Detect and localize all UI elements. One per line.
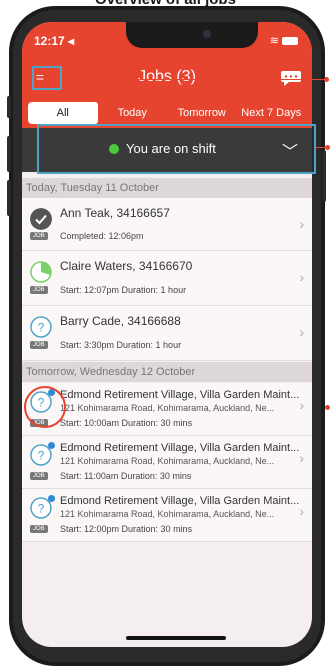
mute-switch: [7, 96, 11, 118]
chat-icon[interactable]: [280, 70, 302, 86]
status-icons: ≋: [270, 34, 298, 47]
section-header-today: Today, Tuesday 11 October: [22, 178, 312, 198]
job-badge: JOB: [30, 341, 48, 349]
job-address: 121 Kohimarama Road, Kohimarama, Aucklan…: [60, 456, 275, 466]
job-row[interactable]: ? Edmond Retirement Village, Villa Garde…: [22, 489, 312, 542]
chevron-right-icon: ›: [299, 503, 304, 519]
job-meta: Completed: 12:06pm: [60, 231, 144, 241]
job-name: Barry Cade, 34166688: [60, 314, 181, 328]
shift-callout-dot: [325, 145, 330, 150]
tab-tomorrow[interactable]: Tomorrow: [167, 102, 237, 124]
svg-text:?: ?: [38, 321, 45, 335]
svg-text:?: ?: [38, 449, 45, 463]
job-name: Edmond Retirement Village, Villa Garden …: [60, 442, 300, 454]
job-address: 121 Kohimarama Road, Kohimarama, Aucklan…: [60, 403, 275, 413]
unread-dot: [48, 495, 55, 502]
job-name: Ann Teak, 34166657: [60, 206, 170, 220]
job-name: Edmond Retirement Village, Villa Garden …: [60, 495, 300, 507]
job-row[interactable]: ? Edmond Retirement Village, Villa Garde…: [22, 436, 312, 489]
chevron-right-icon: ›: [299, 450, 304, 466]
power-button: [322, 150, 326, 202]
chevron-right-icon: ›: [299, 324, 304, 340]
menu-callout-dot: [324, 77, 329, 82]
app-screen: 12:17 ◂ ≋ = Jobs (3) All Today Tomorrow …: [22, 22, 312, 647]
volume-up-button: [7, 136, 11, 172]
job-callout-circle: [24, 386, 66, 428]
unread-dot: [48, 442, 55, 449]
job-row[interactable]: Claire Waters, 34166670 JOB Start: 12:07…: [22, 251, 312, 306]
job-badge: JOB: [30, 472, 48, 480]
page-title: Jobs (3): [138, 68, 196, 85]
section-header-tomorrow: Tomorrow, Wednesday 12 October: [22, 362, 312, 382]
job-callout-line: [66, 407, 328, 408]
tab-next-7-days[interactable]: Next 7 Days: [237, 102, 307, 124]
job-row[interactable]: ? Barry Cade, 34166688 JOB Start: 3:30pm…: [22, 306, 312, 361]
job-meta: Start: 3:30pm Duration: 1 hour: [60, 340, 182, 350]
completed-check-icon: [30, 208, 52, 230]
shift-callout-box: [37, 124, 316, 174]
job-meta: Start: 12:07pm Duration: 1 hour: [60, 285, 187, 295]
menu-callout-box: [32, 66, 62, 90]
job-badge: JOB: [30, 525, 48, 533]
volume-down-button: [7, 180, 11, 216]
tab-all[interactable]: All: [28, 102, 98, 124]
battery-icon: [282, 37, 298, 46]
job-name: Edmond Retirement Village, Villa Garden …: [60, 389, 300, 401]
job-meta: Start: 11:00am Duration: 30 mins: [60, 471, 192, 481]
job-meta: Start: 12:00pm Duration: 30 mins: [60, 524, 193, 534]
job-meta: Start: 10:00am Duration: 30 mins: [60, 418, 193, 428]
camera-icon: [203, 30, 211, 38]
home-indicator: [126, 636, 226, 640]
date-filter-tabs: All Today Tomorrow Next 7 Days: [28, 102, 306, 124]
job-name: Claire Waters, 34166670: [60, 259, 193, 273]
job-badge: JOB: [30, 232, 48, 240]
notch: [126, 22, 258, 48]
chevron-right-icon: ›: [299, 397, 304, 413]
status-time: 12:17 ◂: [34, 34, 75, 48]
job-badge: JOB: [30, 286, 48, 294]
wifi-icon: ≋: [269, 35, 279, 47]
job-address: 121 Kohimarama Road, Kohimarama, Aucklan…: [60, 509, 275, 519]
chevron-right-icon: ›: [299, 269, 304, 285]
unknown-status-icon: ?: [30, 316, 52, 338]
menu-callout-line: [62, 79, 326, 80]
chevron-right-icon: ›: [299, 216, 304, 232]
svg-text:?: ?: [38, 502, 45, 516]
job-callout-dot: [325, 405, 330, 410]
tab-today[interactable]: Today: [98, 102, 168, 124]
in-progress-pie-icon: [30, 261, 52, 283]
job-row[interactable]: Ann Teak, 34166657 JOB Completed: 12:06p…: [22, 198, 312, 251]
